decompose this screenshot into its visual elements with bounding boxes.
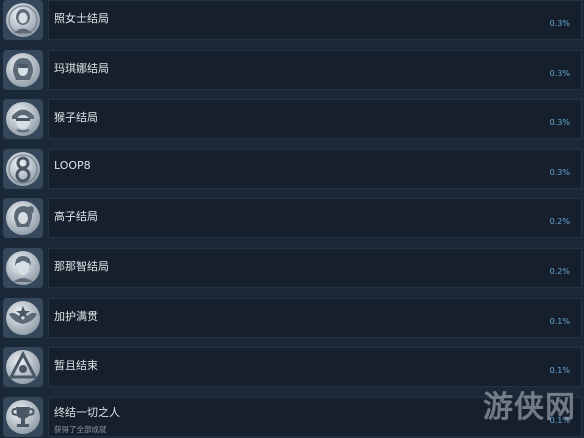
achievement-name: 那那智结局 <box>54 259 109 273</box>
girl-portrait-icon <box>3 49 43 90</box>
trophy-icon <box>3 396 43 437</box>
achievement-row[interactable]: 玛琪娜结局 0.3% <box>0 46 584 96</box>
achievement-panel: 终结一切之人 获得了全部成就 0.1% <box>48 396 582 437</box>
monkey-portrait-icon <box>3 99 43 140</box>
achievement-name: 照女士结局 <box>54 12 109 25</box>
achievement-row[interactable]: 暂且结束 0.1% <box>0 343 584 393</box>
achievement-name: 高子结局 <box>54 210 98 224</box>
achievement-panel: LOOP8 0.3% <box>48 148 582 189</box>
achievement-name: LOOP8 <box>54 158 91 172</box>
achievement-name: 终结一切之人 <box>54 405 120 419</box>
achievement-row[interactable]: 终结一切之人 获得了全部成就 0.1% <box>0 393 584 438</box>
unlock-percentage: 0.3% <box>549 118 570 128</box>
achievement-panel: 加护满贯 0.1% <box>48 297 582 338</box>
achievement-panel: 猴子结局 0.3% <box>48 99 582 140</box>
number-eight-icon <box>3 148 43 189</box>
achievement-name: 玛琪娜结局 <box>54 61 109 75</box>
achievement-row[interactable]: 照女士结局 0.3% <box>0 0 584 46</box>
unlock-percentage: 0.2% <box>549 266 570 276</box>
woman-portrait-icon <box>3 0 43 40</box>
unlock-percentage: 0.1% <box>549 366 570 376</box>
wings-emblem-icon <box>3 297 43 338</box>
triangle-emblem-icon <box>3 347 43 388</box>
unlock-percentage: 0.2% <box>549 217 570 227</box>
achievement-description: 获得了全部成就 <box>54 424 107 434</box>
achievement-panel: 玛琪娜结局 0.3% <box>48 49 582 90</box>
unlock-percentage: 0.3% <box>549 19 570 28</box>
achievement-panel: 照女士结局 0.3% <box>48 0 582 40</box>
achievement-row[interactable]: 加护满贯 0.1% <box>0 294 584 344</box>
achievement-row[interactable]: 高子结局 0.2% <box>0 194 584 244</box>
achievement-name: 暂且结束 <box>54 359 98 373</box>
achievement-list: 照女士结局 0.3% 玛琪娜结局 0.3% 猴子结局 0.3% LOOP8 0.… <box>0 0 584 438</box>
achievement-panel: 暂且结束 0.1% <box>48 347 582 388</box>
boy-portrait-icon <box>3 247 43 288</box>
achievement-panel: 那那智结局 0.2% <box>48 247 582 288</box>
achievement-row[interactable]: 那那智结局 0.2% <box>0 244 584 294</box>
achievement-row[interactable]: LOOP8 0.3% <box>0 145 584 195</box>
achievement-name: 加护满贯 <box>54 309 98 323</box>
ponytail-girl-icon <box>3 198 43 239</box>
unlock-percentage: 0.3% <box>549 68 570 78</box>
achievement-name: 猴子结局 <box>54 111 98 125</box>
unlock-percentage: 0.1% <box>549 415 570 425</box>
achievement-row[interactable]: 猴子结局 0.3% <box>0 95 584 145</box>
achievement-panel: 高子结局 0.2% <box>48 198 582 239</box>
unlock-percentage: 0.1% <box>549 316 570 326</box>
unlock-percentage: 0.3% <box>549 167 570 177</box>
